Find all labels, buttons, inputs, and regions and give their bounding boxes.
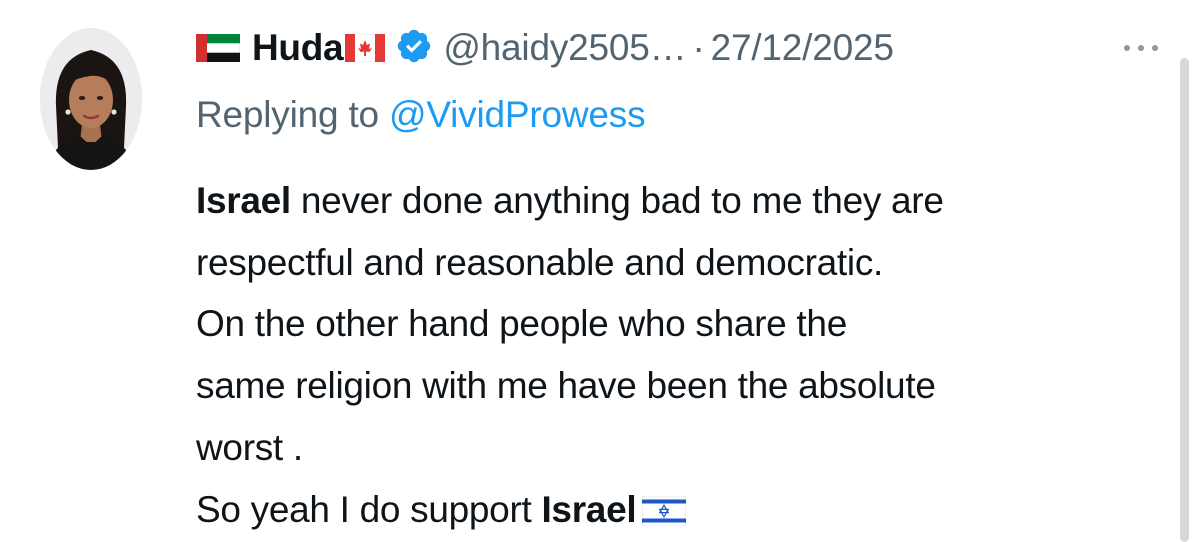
tweet-body: Israel never done anything bad to me the… bbox=[196, 170, 1176, 542]
tweet-line: worst . bbox=[196, 426, 303, 468]
reply-prefix: Replying to bbox=[196, 94, 389, 135]
reply-context: Replying to @VividProwess bbox=[196, 94, 646, 136]
tweet-line: Israel never done anything bad to me the… bbox=[196, 170, 1176, 232]
canada-flag-icon bbox=[345, 34, 386, 62]
more-dot bbox=[1152, 45, 1158, 51]
tweet-line: respectful and reasonable and democratic… bbox=[196, 241, 884, 283]
tweet-line: So yeah I do support Israel bbox=[196, 479, 1176, 542]
tweet: Huda @haidy2505… · 27/12/2025 Replying t… bbox=[0, 0, 1199, 542]
scrollbar[interactable] bbox=[1180, 58, 1189, 542]
tweet-text: So yeah I do support bbox=[196, 488, 542, 530]
header-separator: · bbox=[692, 27, 705, 68]
avatar[interactable] bbox=[40, 28, 142, 170]
uae-flag-icon bbox=[196, 34, 240, 62]
verified-badge-icon[interactable] bbox=[395, 27, 433, 70]
tweet-text: never done anything bad to me they are bbox=[290, 180, 944, 221]
reply-mention-link[interactable]: @VividProwess bbox=[389, 94, 646, 135]
israel-flag-icon bbox=[642, 483, 687, 542]
more-dot bbox=[1138, 45, 1144, 51]
tweet-header: Huda @haidy2505… · 27/12/2025 bbox=[196, 24, 894, 72]
more-horizontal-icon[interactable] bbox=[1124, 36, 1158, 60]
tweet-line: same religion with me have been the abso… bbox=[196, 365, 936, 407]
keyword-israel: Israel bbox=[541, 488, 637, 530]
more-dot bbox=[1124, 45, 1130, 51]
keyword-israel: Israel bbox=[196, 180, 291, 221]
display-name[interactable]: Huda bbox=[252, 27, 344, 69]
avatar-image bbox=[40, 28, 142, 170]
tweet-line: On the other hand people who share the bbox=[196, 303, 847, 345]
timestamp[interactable]: 27/12/2025 bbox=[711, 27, 894, 69]
author-handle[interactable]: @haidy2505… bbox=[443, 27, 686, 69]
